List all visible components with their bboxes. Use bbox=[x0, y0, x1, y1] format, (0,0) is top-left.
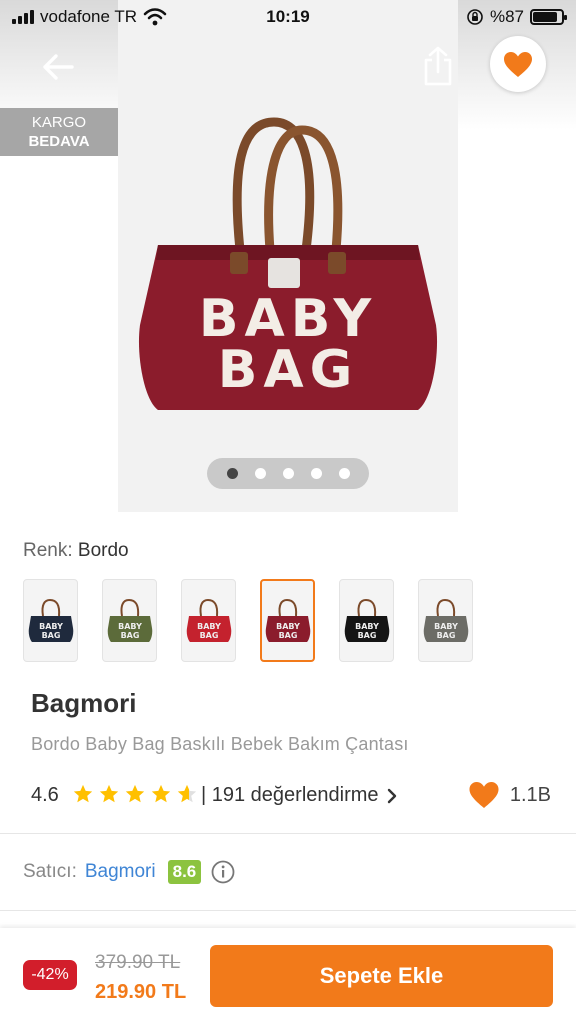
brand-name[interactable]: Bagmori bbox=[31, 688, 136, 719]
color-swatch-black[interactable]: BABY BAG bbox=[339, 579, 394, 662]
chevron-right-icon bbox=[387, 788, 396, 803]
color-swatch-navy[interactable]: BABY BAG bbox=[23, 579, 78, 662]
product-image[interactable]: BABY BAG bbox=[128, 110, 448, 430]
star-icon bbox=[99, 784, 119, 803]
svg-text:BAG: BAG bbox=[357, 631, 376, 640]
favorite-button[interactable] bbox=[490, 36, 546, 92]
product-hero: BABY BAG bbox=[0, 0, 576, 520]
free-shipping-badge: KARGO BEDAVA bbox=[0, 108, 118, 156]
star-icon bbox=[125, 784, 145, 803]
seller-label: Satıcı: bbox=[23, 861, 77, 882]
battery-percent: %87 bbox=[489, 7, 524, 26]
info-icon[interactable] bbox=[211, 860, 235, 884]
share-icon[interactable] bbox=[418, 44, 458, 88]
svg-text:BAG: BAG bbox=[278, 631, 297, 640]
svg-text:BAG: BAG bbox=[41, 631, 60, 640]
swatch-bag-image: BABYBAG bbox=[265, 598, 310, 642]
pager-dot[interactable] bbox=[310, 468, 322, 479]
color-swatches: BABY BAG BABY BAG BABY BAG BABY BAG BABY BAG BABY B… bbox=[23, 579, 473, 662]
badge-line1: KARGO bbox=[31, 114, 87, 131]
favorite-count-text: 1.1B bbox=[509, 783, 551, 806]
svg-text:BAG: BAG bbox=[120, 631, 139, 640]
image-pager[interactable] bbox=[207, 458, 369, 489]
rating-row: 4.6 | 191 değerlendirme 1.1B bbox=[31, 781, 551, 811]
bag-tab-left bbox=[230, 252, 248, 274]
star-icon bbox=[73, 784, 93, 803]
color-swatch-khaki[interactable]: BABY BAG bbox=[102, 579, 157, 662]
reviews-link[interactable]: | 191 değerlendirme bbox=[201, 784, 399, 807]
svg-text:BABY: BABY bbox=[276, 622, 300, 631]
heart-icon bbox=[504, 51, 532, 77]
divider bbox=[0, 833, 576, 834]
rating-stars bbox=[72, 783, 198, 805]
swatch-bag-image: BABYBAG bbox=[28, 598, 73, 642]
svg-text:BABY: BABY bbox=[197, 622, 221, 631]
seller-name-link[interactable]: Bagmori bbox=[85, 861, 156, 883]
discount-badge: -42% bbox=[23, 960, 77, 990]
product-name: Bordo Baby Bag Baskılı Bebek Bakım Çanta… bbox=[31, 734, 409, 754]
back-arrow-icon[interactable] bbox=[36, 44, 82, 90]
purchase-bar: -42% 379.90 TL 219.90 TL Sepete Ekle bbox=[0, 928, 576, 1024]
heart-icon bbox=[469, 782, 499, 808]
swatch-bag-image: BABYBAG bbox=[344, 598, 389, 642]
svg-text:BABY: BABY bbox=[355, 622, 379, 631]
bag-label-patch bbox=[268, 258, 300, 288]
current-price: 219.90 TL bbox=[95, 981, 187, 1003]
pager-dot[interactable] bbox=[254, 468, 266, 479]
badge-line2: BEDAVA bbox=[28, 133, 90, 150]
pager-dot[interactable] bbox=[226, 468, 238, 479]
bag-top-zip bbox=[156, 245, 420, 260]
status-right: %87 bbox=[466, 7, 567, 27]
pager-dot[interactable] bbox=[282, 468, 294, 479]
orientation-lock-icon bbox=[467, 9, 483, 25]
favorite-count[interactable]: 1.1B bbox=[468, 781, 551, 809]
svg-text:BABY: BABY bbox=[434, 622, 458, 631]
bag-print-line2: BAG bbox=[218, 340, 359, 400]
star-icon bbox=[177, 784, 197, 803]
seller-score-badge: 8.6 bbox=[167, 860, 202, 884]
battery-icon bbox=[530, 9, 567, 25]
svg-text:BAG: BAG bbox=[436, 631, 455, 640]
add-to-cart-button[interactable]: Sepete Ekle bbox=[210, 945, 553, 1007]
swatch-bag-image: BABYBAG bbox=[186, 598, 231, 642]
color-label-text: Renk: bbox=[23, 540, 73, 561]
color-swatch-red[interactable]: BABY BAG bbox=[181, 579, 236, 662]
svg-text:BABY: BABY bbox=[118, 622, 142, 631]
rating-value: 4.6 bbox=[31, 784, 59, 806]
seller-row: Satıcı: Bagmori 8.6 bbox=[23, 860, 235, 884]
swatch-bag-image: BABYBAG bbox=[423, 598, 468, 642]
divider bbox=[0, 910, 576, 911]
swatch-bag-image: BABYBAG bbox=[107, 598, 152, 642]
color-swatch-bordo[interactable]: BABY BAG bbox=[260, 579, 315, 662]
reviews-text: | 191 değerlendirme bbox=[201, 784, 379, 806]
color-value: Bordo bbox=[77, 540, 129, 561]
svg-text:BABY: BABY bbox=[39, 622, 63, 631]
status-bar: vodafone TR 10:19 %87 bbox=[0, 0, 576, 34]
pager-dot[interactable] bbox=[338, 468, 350, 479]
bag-tab-right bbox=[328, 252, 346, 274]
star-icon bbox=[151, 784, 171, 803]
svg-text:BAG: BAG bbox=[199, 631, 218, 640]
color-swatch-grey[interactable]: BABY BAG bbox=[418, 579, 473, 662]
old-price: 379.90 TL bbox=[95, 952, 181, 973]
color-label: Renk: Bordo bbox=[23, 540, 129, 562]
